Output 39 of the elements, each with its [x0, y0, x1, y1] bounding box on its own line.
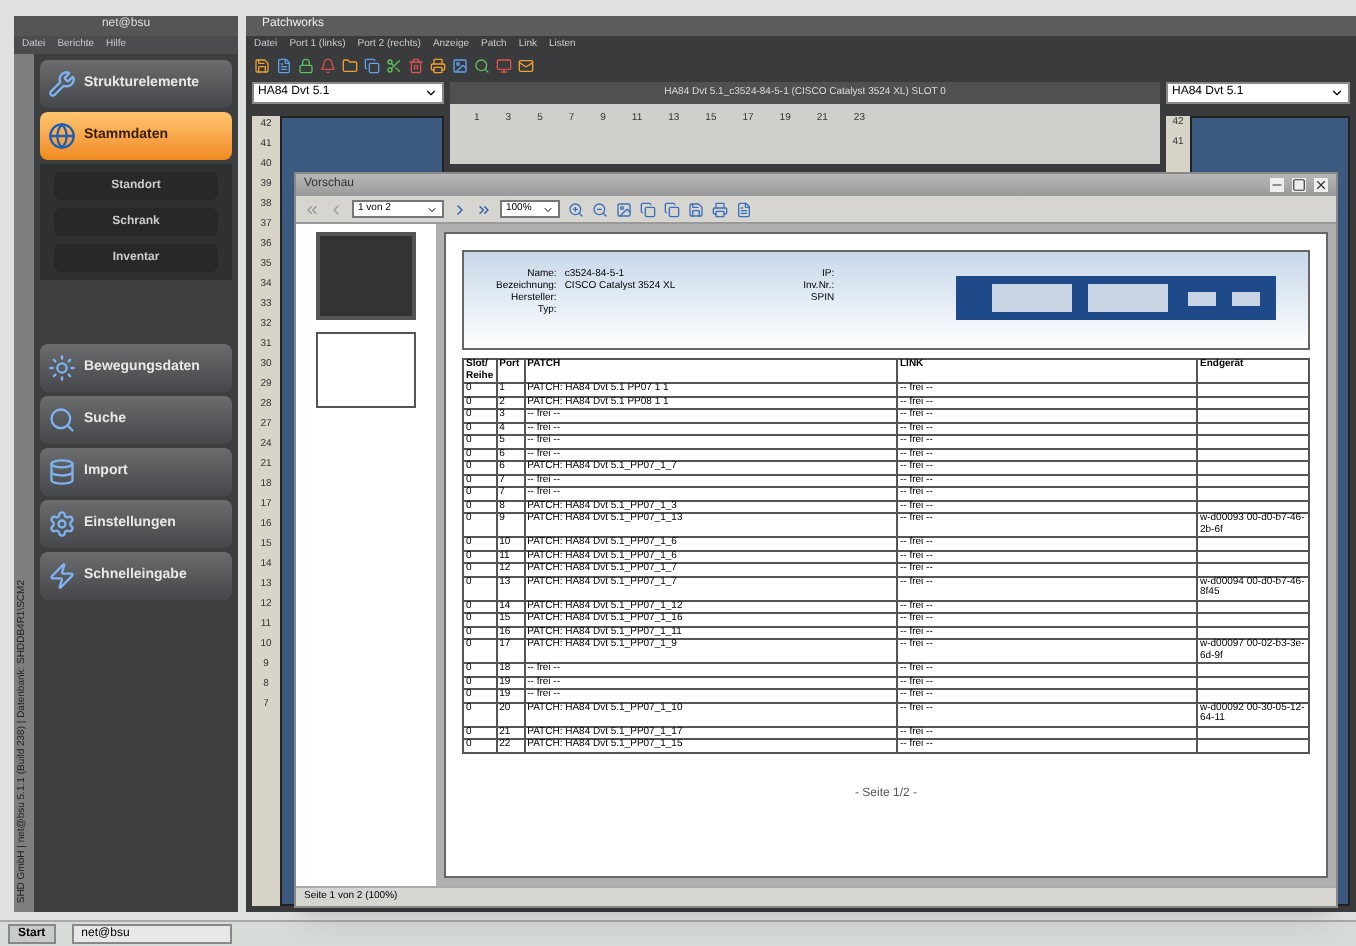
- nav-icon: [48, 70, 76, 98]
- toolbar-icon[interactable]: [518, 57, 534, 73]
- toolbar-icon[interactable]: [592, 201, 608, 217]
- nav-icon[interactable]: [452, 201, 468, 217]
- toolbar-icon[interactable]: [276, 57, 292, 73]
- minimize-icon[interactable]: [1270, 178, 1284, 192]
- toolbar-icon[interactable]: [474, 57, 490, 73]
- toolbar-icon[interactable]: [320, 57, 336, 73]
- toolbar-icon[interactable]: [386, 57, 402, 73]
- nav-icon: [48, 562, 76, 590]
- toolbar-icon[interactable]: [664, 201, 680, 217]
- dropdown-icon: [1330, 86, 1344, 100]
- toolbar-icon[interactable]: [688, 201, 704, 217]
- toolbar-icon[interactable]: [452, 57, 468, 73]
- nav-icon: [48, 406, 76, 434]
- dropdown-icon: [542, 203, 554, 215]
- toolbar-icon[interactable]: [364, 57, 380, 73]
- toolbar-icon[interactable]: [640, 201, 656, 217]
- toolbar-icon[interactable]: [568, 201, 584, 217]
- nav-icon[interactable]: [476, 201, 492, 217]
- nav-icon: [48, 458, 76, 486]
- toolbar-icon[interactable]: [616, 201, 632, 217]
- toolbar-icon[interactable]: [496, 57, 512, 73]
- toolbar-icon[interactable]: [298, 57, 314, 73]
- toolbar-icon[interactable]: [408, 57, 424, 73]
- dropdown-icon: [424, 86, 438, 100]
- nav-icon: [48, 354, 76, 382]
- dropdown-icon: [426, 203, 438, 215]
- page-thumbnail[interactable]: [316, 332, 416, 408]
- close-icon[interactable]: [1314, 178, 1328, 192]
- toolbar-icon[interactable]: [430, 57, 446, 73]
- page-thumbnail[interactable]: [316, 232, 416, 320]
- toolbar-icon[interactable]: [254, 57, 270, 73]
- toolbar-icon[interactable]: [342, 57, 358, 73]
- maximize-icon[interactable]: [1292, 178, 1306, 192]
- toolbar-icon[interactable]: [736, 201, 752, 217]
- nav-icon: [48, 510, 76, 538]
- toolbar-icon[interactable]: [712, 201, 728, 217]
- nav-icon: [48, 122, 76, 150]
